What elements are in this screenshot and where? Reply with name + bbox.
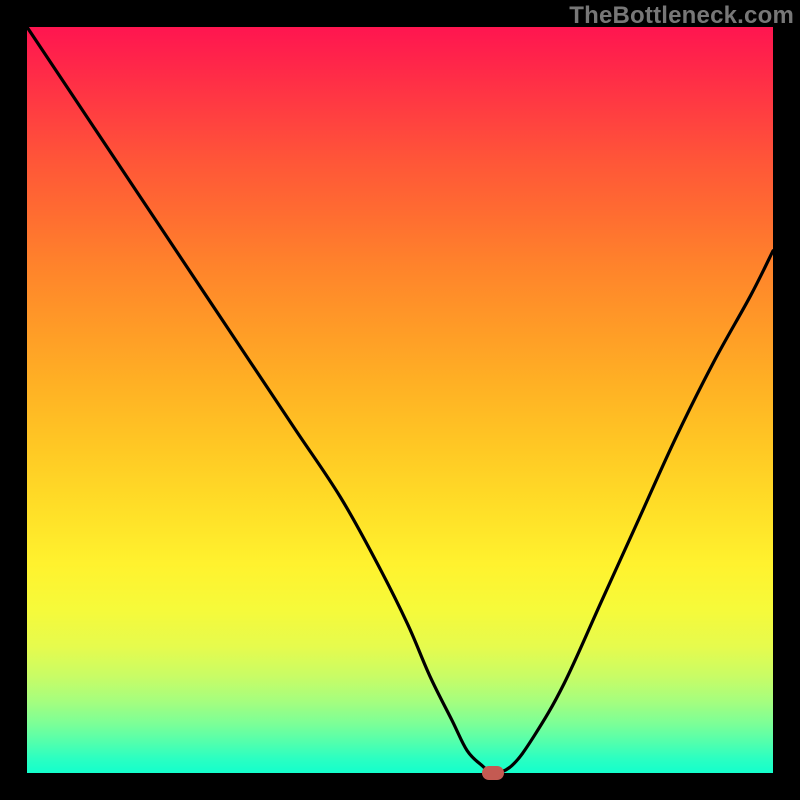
chart-frame: TheBottleneck.com [0,0,800,800]
watermark-text: TheBottleneck.com [569,2,794,30]
plot-area [27,27,773,773]
optimal-point-marker [482,766,504,780]
curve-layer [27,27,773,773]
bottleneck-curve [27,27,773,773]
